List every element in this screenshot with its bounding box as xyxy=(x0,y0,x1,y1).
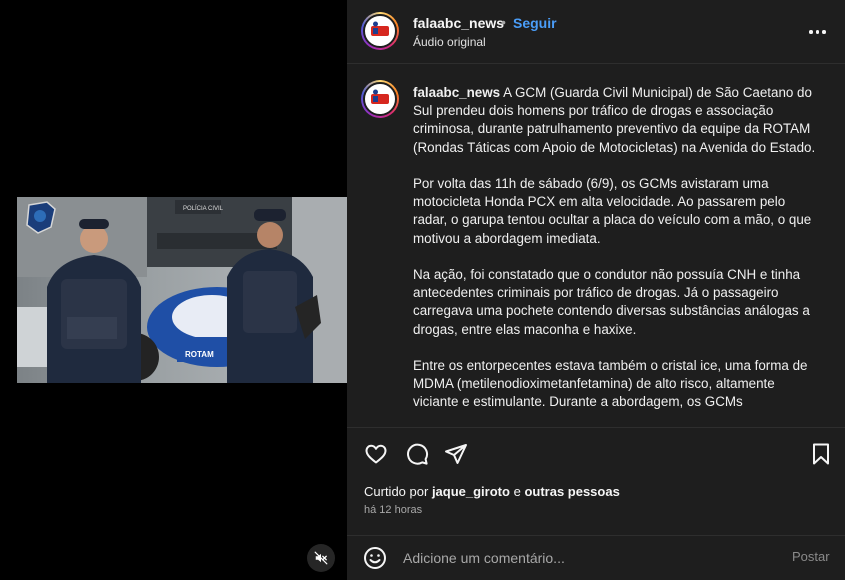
caption-paragraph: Na ação, foi constatado que o condutor n… xyxy=(413,267,810,337)
video-frame[interactable]: POLÍCIA CIVIL ROTAM xyxy=(17,197,347,383)
caption-paragraph: Por volta das 11h de sábado (6/9), os GC… xyxy=(413,176,812,246)
post-comment-button[interactable]: Postar xyxy=(792,549,830,564)
author-avatar[interactable] xyxy=(361,12,399,50)
author-username[interactable]: falaabc_news xyxy=(413,15,504,31)
liked-by-others-link[interactable]: outras pessoas xyxy=(524,484,619,499)
separator-dot: • xyxy=(501,14,506,30)
caption-paragraph: Entre os entorpecentes estava também o c… xyxy=(413,358,808,410)
volume-muted-icon xyxy=(314,551,328,565)
caption-username[interactable]: falaabc_news xyxy=(413,85,500,100)
more-horizontal-icon xyxy=(809,30,813,34)
emoji-icon[interactable] xyxy=(363,546,387,570)
likes-summary: Curtido por jaque_giroto e outras pessoa… xyxy=(364,484,620,499)
post-timestamp[interactable]: há 12 horas xyxy=(364,504,422,516)
comment-input[interactable] xyxy=(403,548,783,568)
comment-icon[interactable] xyxy=(405,442,429,466)
post-panel: falaabc_news • Seguir Áudio original fal… xyxy=(347,0,845,580)
bookmark-icon[interactable] xyxy=(809,442,833,466)
more-options-button[interactable] xyxy=(809,24,827,40)
heart-icon[interactable] xyxy=(364,442,388,466)
caption-section: falaabc_news A GCM (Guarda Civil Municip… xyxy=(347,65,845,427)
audio-label[interactable]: Áudio original xyxy=(413,35,486,49)
action-bar xyxy=(347,427,845,477)
follow-button[interactable]: Seguir xyxy=(513,15,557,31)
caption-paragraph: falaabc_news A GCM (Guarda Civil Municip… xyxy=(413,85,816,155)
bike-label: ROTAM xyxy=(185,350,214,359)
post-header: falaabc_news • Seguir Áudio original xyxy=(347,0,845,64)
caption-text: falaabc_news A GCM (Guarda Civil Municip… xyxy=(413,84,823,427)
video-still: POLÍCIA CIVIL ROTAM xyxy=(17,197,347,383)
mute-toggle-button[interactable] xyxy=(307,544,335,572)
liked-by-user-link[interactable]: jaque_giroto xyxy=(432,484,510,499)
wall-sign-text: POLÍCIA CIVIL xyxy=(183,205,224,212)
comment-bar: Postar xyxy=(347,535,845,580)
falaabc-logo-icon xyxy=(368,87,392,111)
caption-avatar[interactable] xyxy=(361,80,399,118)
video-player[interactable]: POLÍCIA CIVIL ROTAM xyxy=(0,0,347,580)
send-icon[interactable] xyxy=(444,442,468,466)
falaabc-logo-icon xyxy=(368,19,392,43)
